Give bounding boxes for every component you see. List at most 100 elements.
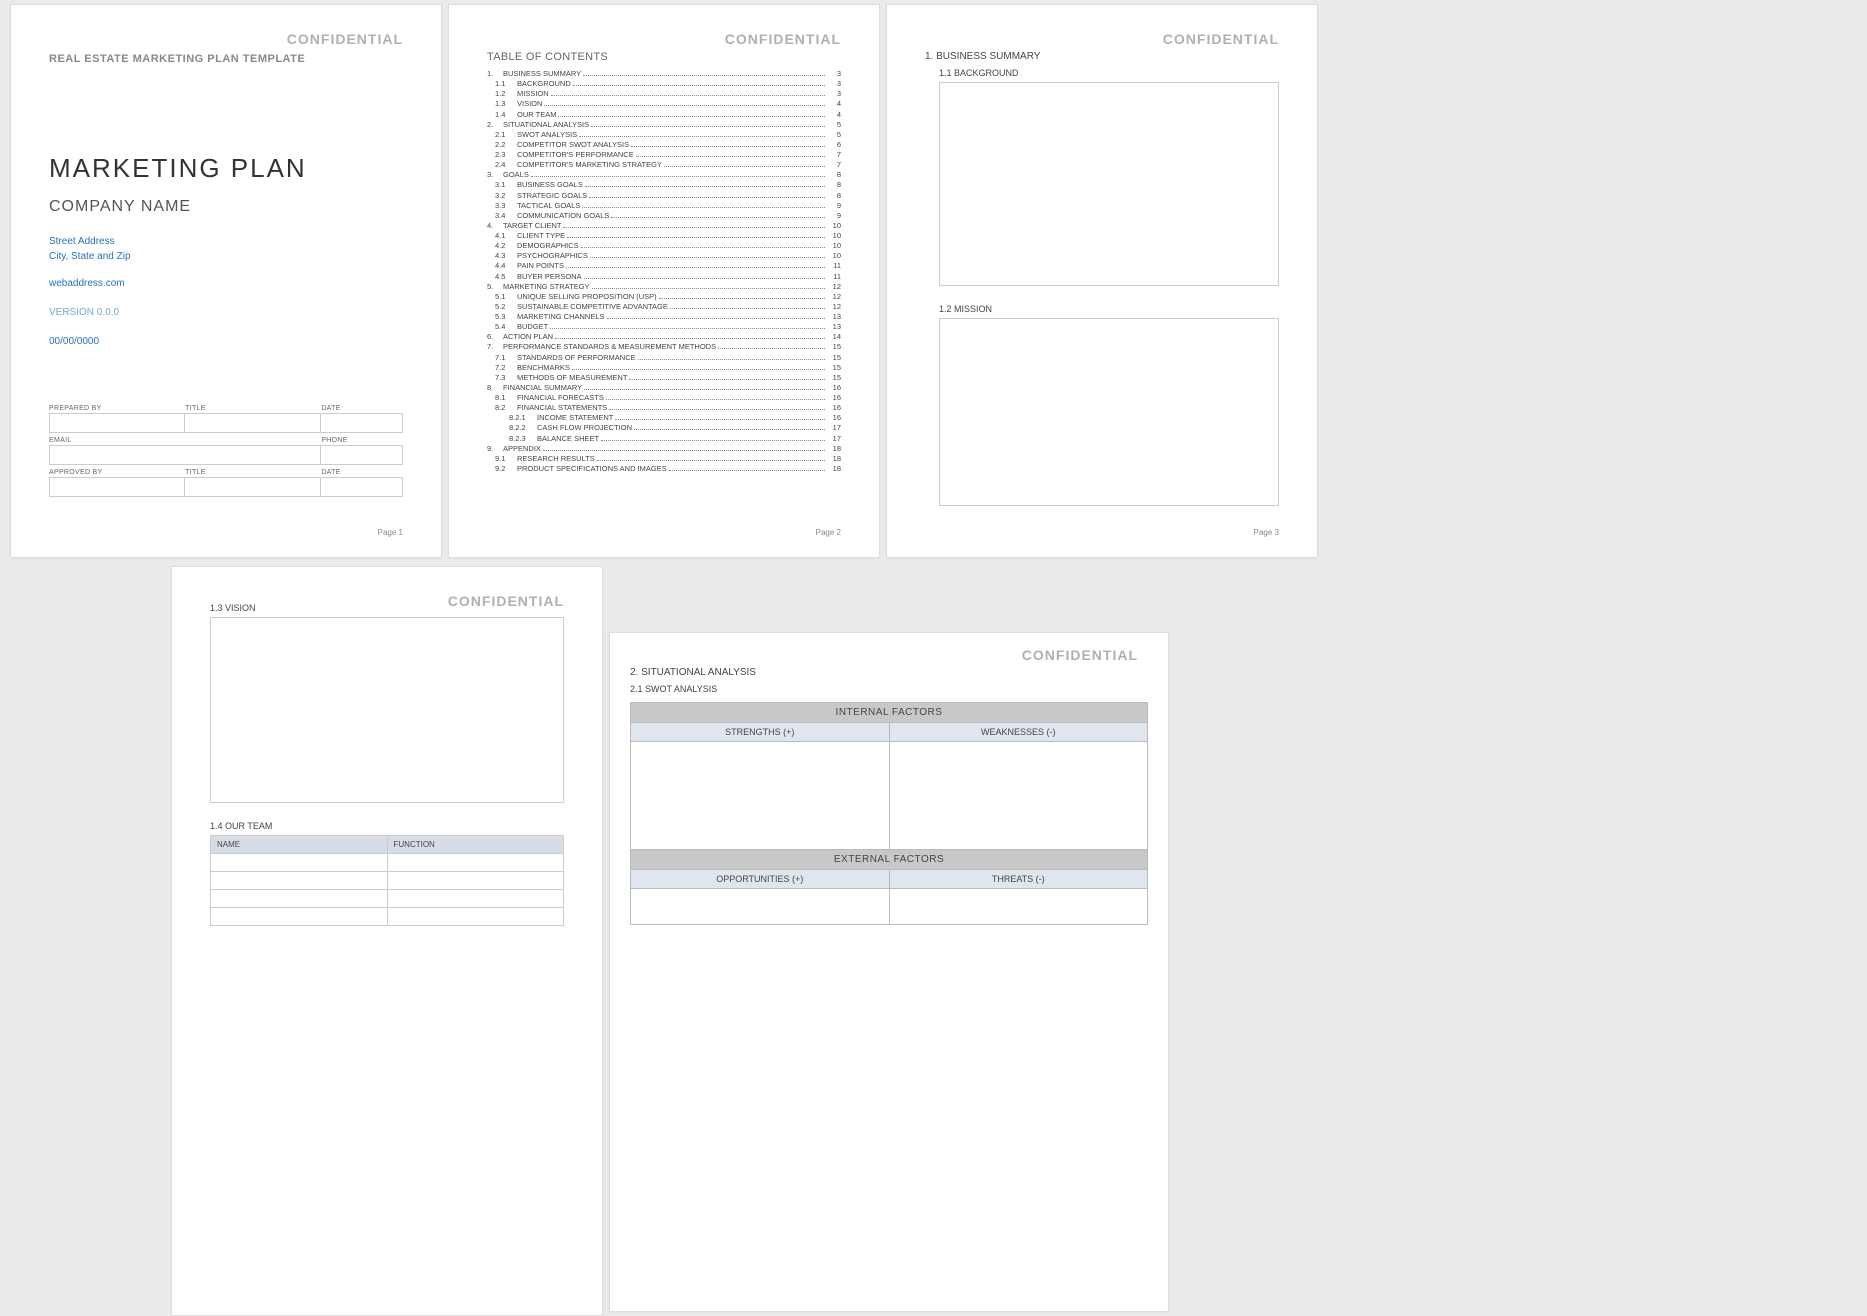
confidential-label: CONFIDENTIAL <box>448 593 564 609</box>
toc-entry[interactable]: 3.1BUSINESS GOALS8 <box>487 180 841 190</box>
toc-entry[interactable]: 7.2BENCHMARKS15 <box>487 363 841 373</box>
swot-threats-cell[interactable] <box>889 889 1149 925</box>
company-name: COMPANY NAME <box>49 198 403 216</box>
toc-entry[interactable]: 4.5BUYER PERSONA11 <box>487 272 841 282</box>
team-row[interactable] <box>210 854 564 872</box>
toc-entry[interactable]: 7.PERFORMANCE STANDARDS & MEASUREMENT ME… <box>487 342 841 352</box>
section-background: 1.1 BACKGROUND <box>939 68 1279 78</box>
toc-entry[interactable]: 9.2PRODUCT SPECIFICATIONS AND IMAGES18 <box>487 464 841 474</box>
title-field[interactable] <box>185 413 321 433</box>
page-number: Page 3 <box>1254 528 1279 537</box>
prepared-by-label: PREPARED BY <box>49 405 185 412</box>
toc-entry[interactable]: 4.1CLIENT TYPE10 <box>487 231 841 241</box>
toc-entry[interactable]: 2.2COMPETITOR SWOT ANALYSIS6 <box>487 140 841 150</box>
toc-entry[interactable]: 2.1SWOT ANALYSIS5 <box>487 130 841 140</box>
section-mission: 1.2 MISSION <box>939 304 1279 314</box>
phone-label: PHONE <box>321 437 403 444</box>
signature-form: PREPARED BY TITLE DATE EMAIL PHONE APPRO… <box>49 405 403 497</box>
toc-entry[interactable]: 4.TARGET CLIENT10 <box>487 221 841 231</box>
date-field-2[interactable] <box>321 477 403 497</box>
toc-entry[interactable]: 2.4COMPETITOR'S MARKETING STRATEGY7 <box>487 160 841 170</box>
date-label: 00/00/0000 <box>49 336 403 347</box>
toc-entry[interactable]: 8.1FINANCIAL FORECASTS16 <box>487 393 841 403</box>
title-label: TITLE <box>185 405 321 412</box>
toc-entry[interactable]: 5.MARKETING STRATEGY12 <box>487 282 841 292</box>
doc-title: MARKETING PLAN <box>49 153 403 184</box>
date-field-label: DATE <box>321 405 403 412</box>
team-row[interactable] <box>210 872 564 890</box>
swot-strengths-header: STRENGTHS (+) <box>630 723 889 742</box>
toc-entry[interactable]: 7.3METHODS OF MEASUREMENT15 <box>487 373 841 383</box>
toc-entry[interactable]: 1.2MISSION3 <box>487 89 841 99</box>
toc-entry[interactable]: 3.3TACTICAL GOALS9 <box>487 201 841 211</box>
web-address: webaddress.com <box>49 278 403 289</box>
address-block: Street Address City, State and Zip <box>49 234 403 264</box>
swot-opportunities-cell[interactable] <box>630 889 889 925</box>
phone-field[interactable] <box>321 445 403 465</box>
title-field-2[interactable] <box>185 477 321 497</box>
toc-entry[interactable]: 3.GOALS8 <box>487 170 841 180</box>
toc-entry[interactable]: 4.2DEMOGRAPHICS10 <box>487 241 841 251</box>
toc-entry[interactable]: 5.1UNIQUE SELLING PROPOSITION (USP)12 <box>487 292 841 302</box>
confidential-label: CONFIDENTIAL <box>1163 31 1279 47</box>
toc-entry[interactable]: 1.1BACKGROUND3 <box>487 79 841 89</box>
team-row[interactable] <box>210 890 564 908</box>
toc-entry[interactable]: 8.2.1INCOME STATEMENT16 <box>487 413 841 423</box>
swot-strengths-cell[interactable] <box>630 742 889 850</box>
toc-entry[interactable]: 4.4PAIN POINTS11 <box>487 261 841 271</box>
city-state-zip: City, State and Zip <box>49 249 403 264</box>
confidential-label: CONFIDENTIAL <box>1022 647 1138 663</box>
toc-entry[interactable]: 9.1RESEARCH RESULTS18 <box>487 454 841 464</box>
page-number: Page 1 <box>378 528 403 537</box>
confidential-label: CONFIDENTIAL <box>287 31 403 47</box>
mission-textbox[interactable] <box>939 318 1279 506</box>
toc-entry[interactable]: 8.FINANCIAL SUMMARY16 <box>487 383 841 393</box>
prepared-by-field[interactable] <box>49 413 185 433</box>
confidential-label: CONFIDENTIAL <box>725 31 841 47</box>
page-2: CONFIDENTIAL TABLE OF CONTENTS 1.BUSINES… <box>448 4 880 558</box>
toc-entry[interactable]: 4.3PSYCHOGRAPHICS10 <box>487 251 841 261</box>
table-of-contents: 1.BUSINESS SUMMARY31.1BACKGROUND31.2MISS… <box>487 69 841 474</box>
toc-entry[interactable]: 2.SITUATIONAL ANALYSIS5 <box>487 120 841 130</box>
approved-by-label: APPROVED BY <box>49 469 185 476</box>
toc-entry[interactable]: 5.3MARKETING CHANNELS13 <box>487 312 841 322</box>
toc-entry[interactable]: 9.APPENDIX18 <box>487 444 841 454</box>
team-row[interactable] <box>210 908 564 926</box>
toc-entry[interactable]: 6.ACTION PLAN14 <box>487 332 841 342</box>
email-field[interactable] <box>49 445 321 465</box>
team-col-name: NAME <box>211 836 388 853</box>
toc-title: TABLE OF CONTENTS <box>487 51 841 63</box>
toc-entry[interactable]: 5.4BUDGET13 <box>487 322 841 332</box>
version-label: VERSION 0.0.0 <box>49 307 403 318</box>
section-our-team: 1.4 OUR TEAM <box>210 821 564 831</box>
toc-entry[interactable]: 8.2.3BALANCE SHEET17 <box>487 434 841 444</box>
background-textbox[interactable] <box>939 82 1279 286</box>
page-5: CONFIDENTIAL 2. SITUATIONAL ANALYSIS 2.1… <box>609 632 1169 1312</box>
template-subtitle: REAL ESTATE MARKETING PLAN TEMPLATE <box>49 53 403 65</box>
email-label: EMAIL <box>49 437 321 444</box>
swot-weaknesses-cell[interactable] <box>889 742 1149 850</box>
page-4: CONFIDENTIAL 1.3 VISION 1.4 OUR TEAM NAM… <box>171 566 603 1316</box>
section-swot: 2.1 SWOT ANALYSIS <box>630 684 1148 694</box>
toc-entry[interactable]: 1.BUSINESS SUMMARY3 <box>487 69 841 79</box>
toc-entry[interactable]: 8.2.2CASH FLOW PROJECTION17 <box>487 423 841 433</box>
street-address: Street Address <box>49 234 403 249</box>
swot-weaknesses-header: WEAKNESSES (-) <box>889 723 1149 742</box>
swot-external-header: EXTERNAL FACTORS <box>630 850 1148 870</box>
vision-textbox[interactable] <box>210 617 564 803</box>
toc-entry[interactable]: 2.3COMPETITOR'S PERFORMANCE7 <box>487 150 841 160</box>
section-situational: 2. SITUATIONAL ANALYSIS <box>630 667 1148 678</box>
toc-entry[interactable]: 1.4OUR TEAM4 <box>487 110 841 120</box>
page-3: CONFIDENTIAL 1. BUSINESS SUMMARY 1.1 BAC… <box>886 4 1318 558</box>
section-business-summary: 1. BUSINESS SUMMARY <box>925 51 1279 62</box>
toc-entry[interactable]: 3.2STRATEGIC GOALS8 <box>487 191 841 201</box>
toc-entry[interactable]: 8.2FINANCIAL STATEMENTS16 <box>487 403 841 413</box>
toc-entry[interactable]: 1.3VISION4 <box>487 99 841 109</box>
page-number: Page 2 <box>816 528 841 537</box>
date-field[interactable] <box>321 413 403 433</box>
toc-entry[interactable]: 7.1STANDARDS OF PERFORMANCE15 <box>487 353 841 363</box>
team-col-function: FUNCTION <box>388 836 564 853</box>
approved-by-field[interactable] <box>49 477 185 497</box>
toc-entry[interactable]: 3.4COMMUNICATION GOALS9 <box>487 211 841 221</box>
toc-entry[interactable]: 5.2SUSTAINABLE COMPETITIVE ADVANTAGE12 <box>487 302 841 312</box>
